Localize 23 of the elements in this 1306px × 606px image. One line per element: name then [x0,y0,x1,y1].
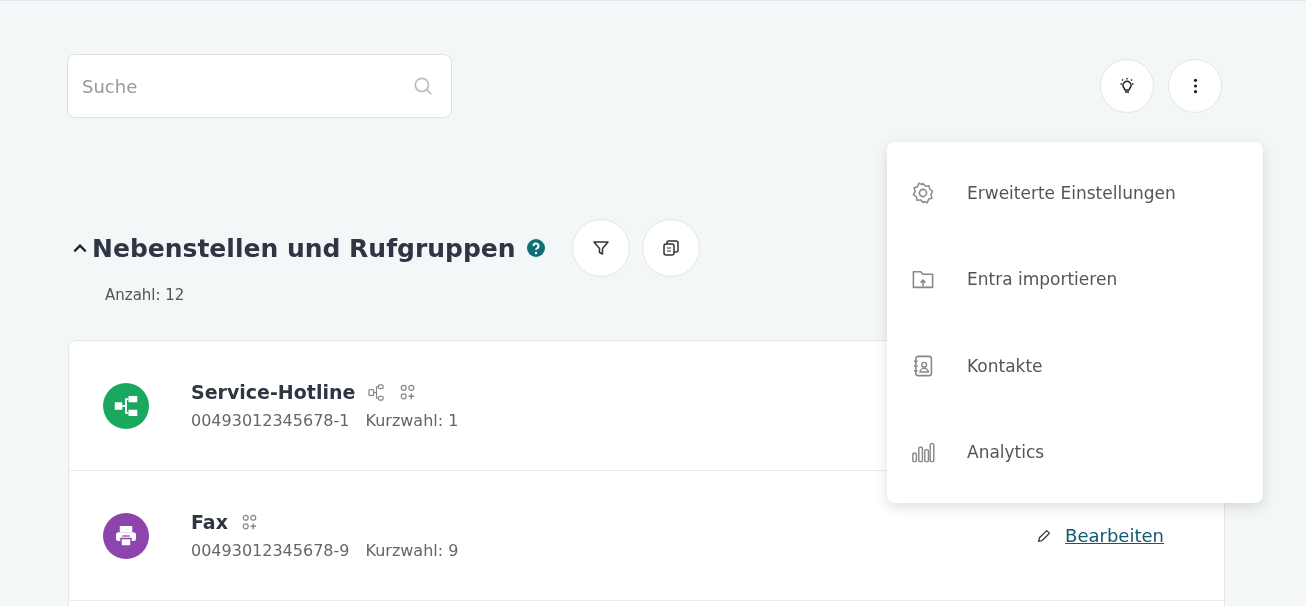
flow-icon [367,382,387,402]
menu-item[interactable]: Kontakte [887,337,1263,394]
filter-icon [590,238,611,258]
contact-book-icon [911,353,935,378]
section-title: Nebenstellen und Rufgruppen [92,233,516,263]
phone-number: 00493012345678-9 [191,541,350,560]
lightbulb-button[interactable] [1100,59,1154,113]
phone-number: 00493012345678-1 [191,411,350,430]
speed-dial: Kurzwahl: 9 [365,541,459,560]
search-field[interactable]: Suche [67,54,452,118]
menu-item[interactable]: Entra importieren [887,251,1263,308]
help-icon[interactable] [525,238,546,258]
search-icon [412,75,434,97]
copy-icon [660,238,681,258]
menu-item[interactable]: Analytics [887,423,1263,480]
speed-dial: Kurzwahl: 1 [365,411,459,430]
edit-link[interactable]: Bearbeiten [1035,525,1164,546]
more-icon [1192,78,1198,94]
menu-item[interactable]: Erweiterte Einstellungen [887,165,1263,222]
row-name: Service-Hotline [191,381,356,403]
row-name: Fax [191,511,228,533]
gear-icon [911,181,935,206]
count-label: Anzahl: 12 [105,286,185,304]
